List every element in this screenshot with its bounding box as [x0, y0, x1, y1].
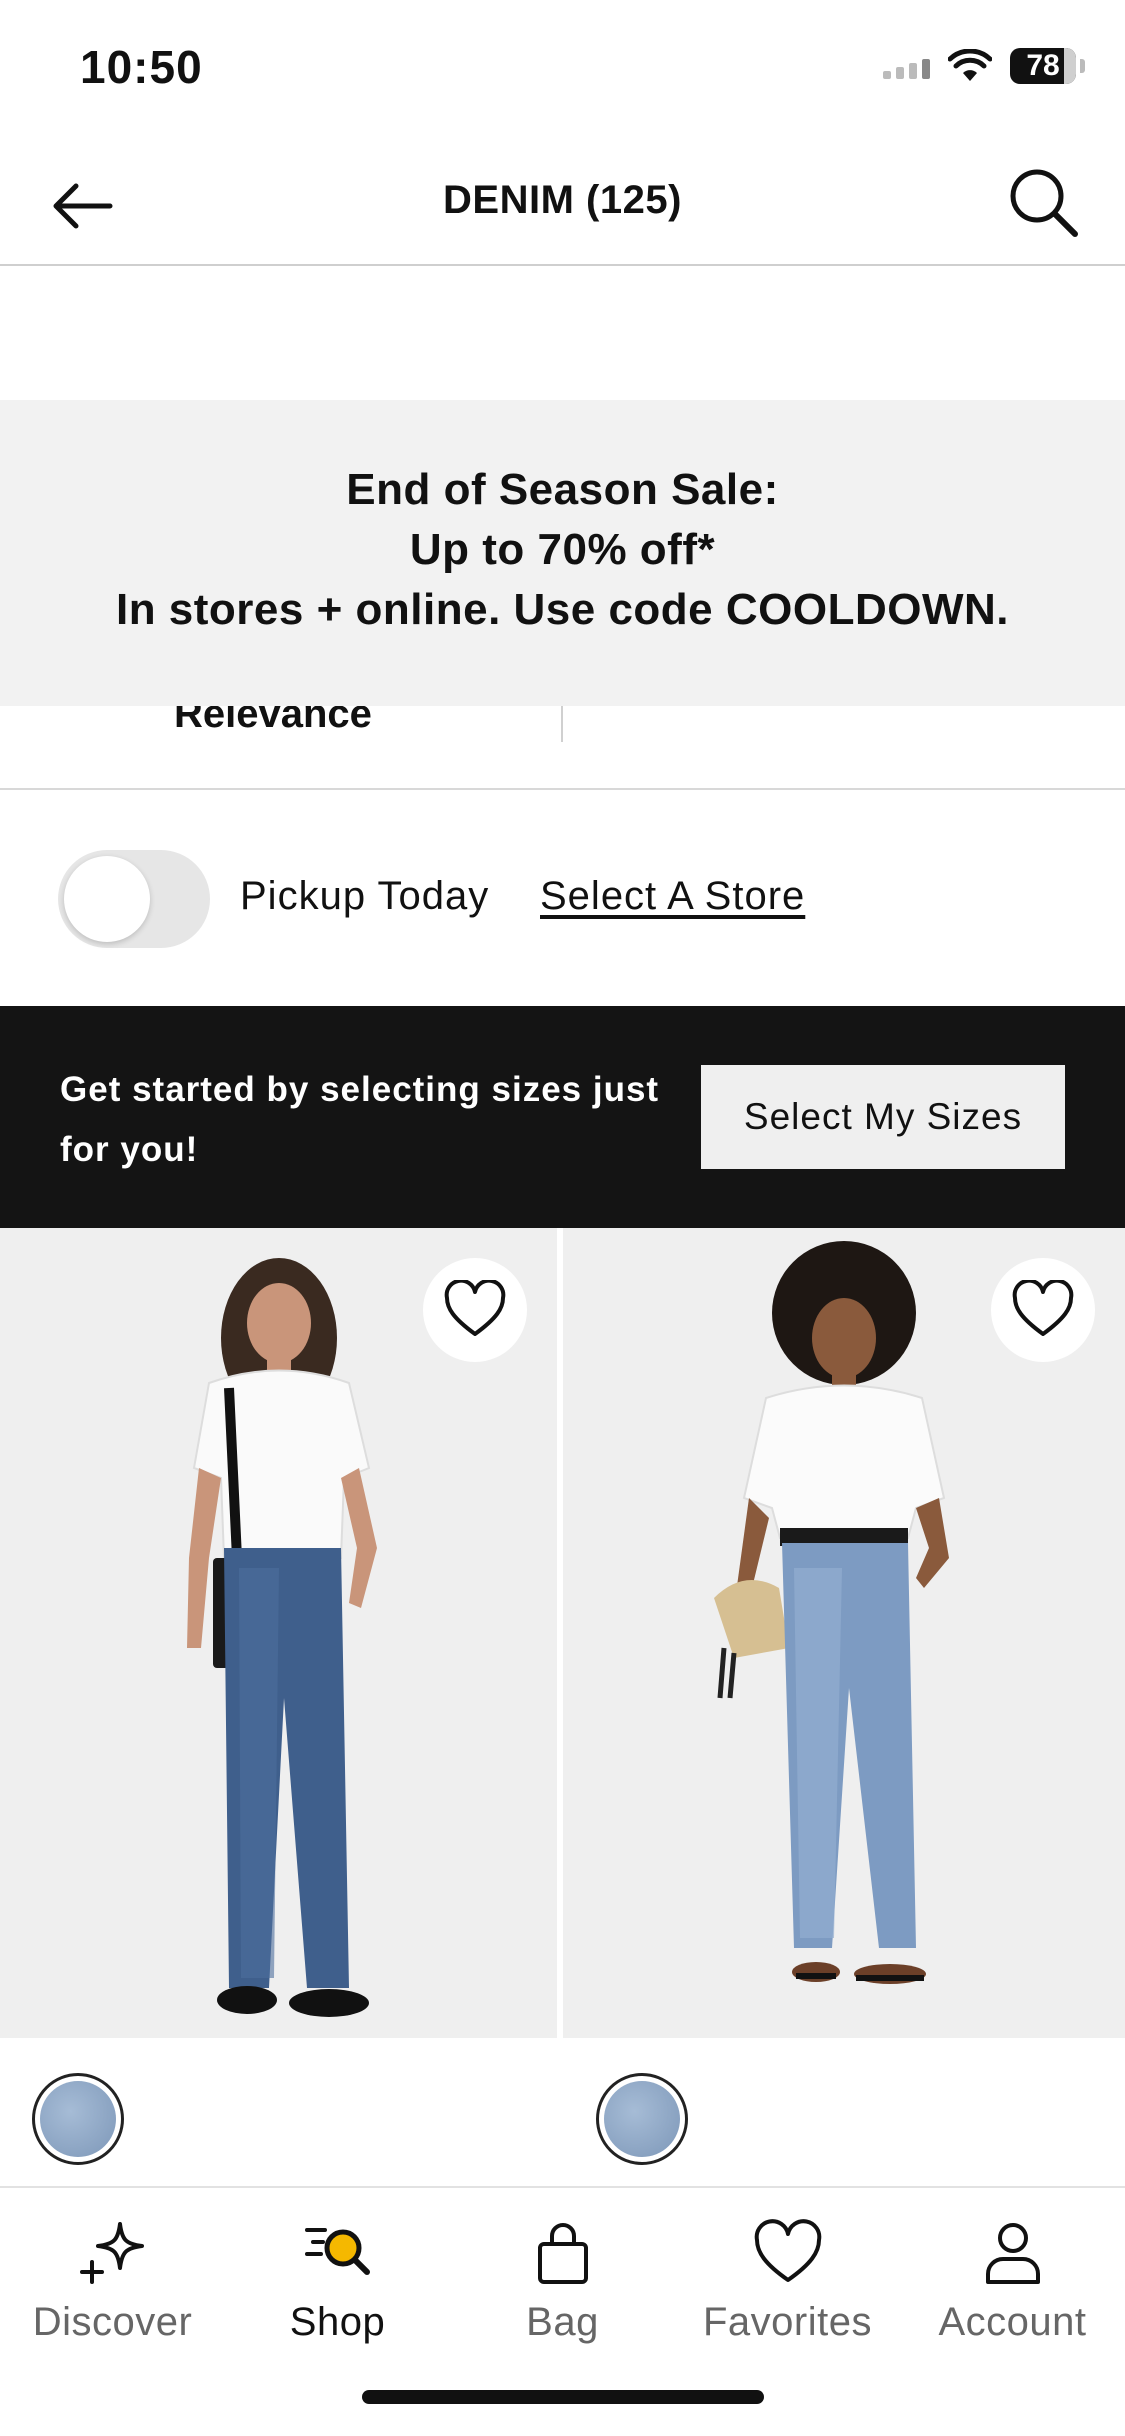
- shop-search-icon: [304, 2228, 370, 2275]
- select-my-sizes-button[interactable]: Select My Sizes: [701, 1065, 1065, 1169]
- sparkle-icon: [79, 2222, 144, 2284]
- heart-icon: [754, 2219, 821, 2282]
- select-sizes-banner: Get started by selecting sizes just for …: [0, 1006, 1125, 1228]
- status-icons: 78: [883, 48, 1085, 84]
- person-icon: [985, 2223, 1040, 2284]
- sort-filter-row: Relevance: [0, 706, 1125, 790]
- pickup-today-toggle[interactable]: [58, 850, 210, 948]
- promo-headline: End of Season Sale:: [346, 465, 779, 514]
- promo-discount: Up to 70% off*: [409, 525, 716, 574]
- promo-banner[interactable]: End of Season Sale: Up to 70% off* In st…: [0, 400, 1125, 706]
- search-icon[interactable]: [1003, 162, 1085, 244]
- tab-label: Discover: [32, 2300, 193, 2344]
- sort-button[interactable]: Relevance: [174, 706, 372, 737]
- home-indicator[interactable]: [362, 2390, 764, 2404]
- pickup-row: Pickup Today Select A Store: [0, 790, 1125, 1006]
- heart-icon: [1012, 1280, 1074, 1336]
- tab-discover[interactable]: Discover: [0, 2188, 225, 2436]
- cellular-signal-icon: [883, 53, 930, 79]
- pickup-today-label: Pickup Today: [240, 874, 490, 918]
- tab-account[interactable]: Account: [900, 2188, 1125, 2436]
- promo-code-line: In stores + online. Use code COOLDOWN.: [115, 585, 1010, 634]
- tab-label: Bag: [526, 2300, 599, 2344]
- tab-label: Favorites: [703, 2300, 872, 2344]
- tab-label: Account: [938, 2300, 1087, 2344]
- select-store-link[interactable]: Select A Store: [540, 874, 805, 919]
- color-swatch[interactable]: [596, 2073, 688, 2165]
- color-swatch[interactable]: [32, 2073, 124, 2165]
- status-bar: 10:50 78: [0, 0, 1125, 140]
- product-card[interactable]: [0, 1228, 557, 2188]
- wifi-icon: [948, 49, 992, 81]
- nav-header: DENIM (125): [0, 140, 1125, 266]
- status-time: 10:50: [80, 41, 203, 93]
- battery-level: 78: [1026, 49, 1060, 82]
- battery-icon: 78: [1010, 48, 1076, 84]
- sort-filter-divider: [561, 706, 563, 742]
- bag-icon: [537, 2223, 588, 2284]
- toggle-knob: [64, 856, 150, 942]
- tab-label: Shop: [289, 2300, 386, 2344]
- product-card[interactable]: [563, 1228, 1125, 2188]
- heart-icon: [444, 1280, 506, 1336]
- favorite-button[interactable]: [423, 1258, 527, 1362]
- page-title: DENIM (125): [443, 178, 682, 222]
- sizes-banner-text: Get started by selecting sizes just for …: [60, 1070, 660, 1169]
- favorite-button[interactable]: [991, 1258, 1095, 1362]
